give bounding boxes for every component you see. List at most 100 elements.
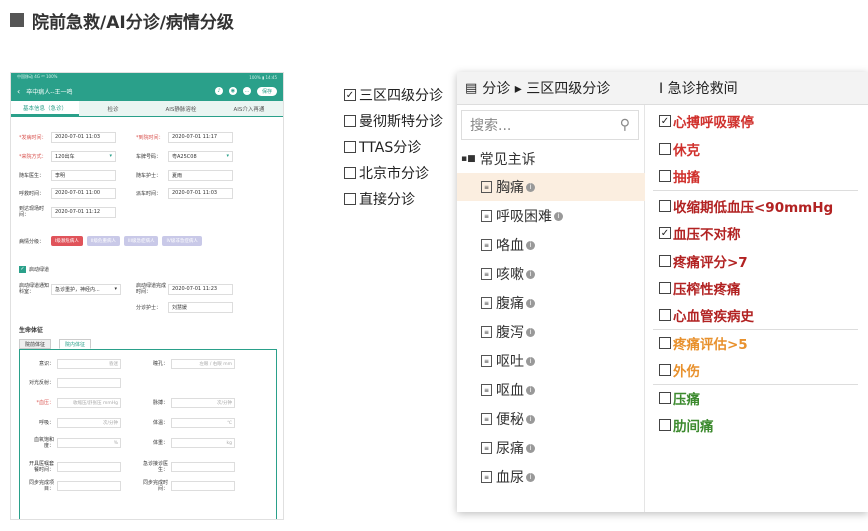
vital-input[interactable]: ℃ xyxy=(171,418,235,428)
triage-method-option[interactable]: ✓ 三区四级分诊 xyxy=(344,82,454,108)
complaint-item[interactable]: ≡ 胸痛 i xyxy=(457,173,645,201)
search-input[interactable]: 搜索... ⚲ xyxy=(461,110,639,140)
vital-input[interactable]: kg xyxy=(171,438,235,448)
checkbox[interactable] xyxy=(659,419,671,431)
info-icon[interactable]: i xyxy=(526,269,535,279)
info-icon[interactable]: i xyxy=(526,472,535,482)
vital-input[interactable] xyxy=(171,462,235,472)
info-icon[interactable]: i xyxy=(526,443,535,453)
triage-method-option[interactable]: 北京市分诊 xyxy=(344,160,454,186)
tab-exam[interactable]: 检诊 xyxy=(79,101,147,116)
field-input[interactable]: 2020-07-01 11:17 xyxy=(168,131,233,143)
vital-input[interactable] xyxy=(57,481,121,491)
grade-button-3[interactable]: III级急症病人 xyxy=(123,236,159,246)
checkbox[interactable] xyxy=(659,309,671,321)
complaint-item[interactable]: ≡ 咯血 i xyxy=(457,231,645,259)
criteria-option[interactable]: ✓ 血压不对称 xyxy=(659,220,741,246)
checkbox[interactable] xyxy=(659,364,671,376)
checkbox[interactable] xyxy=(344,193,356,205)
criteria-option[interactable]: 肋间痛 xyxy=(659,412,714,438)
save-button[interactable]: 保存 xyxy=(256,86,277,96)
group-common-complaints[interactable]: ▪■ 常见主诉 xyxy=(457,145,645,173)
checkbox[interactable]: ✓ xyxy=(344,89,356,101)
grade-button-4[interactable]: IV级非急症病人 xyxy=(162,236,202,246)
info-icon[interactable]: i xyxy=(526,385,535,395)
criteria-option[interactable]: 疼痛评分>7 xyxy=(659,248,748,274)
grade-button-2[interactable]: II级危重病人 xyxy=(86,236,120,246)
vital-input[interactable]: 收缩压/舒张压 mmHg xyxy=(57,398,121,408)
criteria-option[interactable]: 外伤 xyxy=(659,357,700,383)
field-input[interactable]: 粤A25C08 ▾ xyxy=(168,150,233,162)
field-input[interactable]: 120出车 ▾ xyxy=(51,150,116,162)
green-channel-checkbox[interactable]: ✓ xyxy=(19,265,26,273)
tab-ais-intervention[interactable]: AIS介入再通 xyxy=(215,101,283,116)
complaint-item[interactable]: ≡ 呕血 i xyxy=(457,376,645,404)
field-input[interactable]: 2020-07-01 11:12 xyxy=(51,206,116,218)
tab-prehospital-vitals[interactable]: 院前体征 xyxy=(19,339,52,349)
vital-input[interactable] xyxy=(57,378,121,388)
checkbox[interactable] xyxy=(659,143,671,155)
criteria-option[interactable]: 抽搐 xyxy=(659,163,700,189)
checkbox[interactable] xyxy=(344,167,356,179)
vital-input[interactable]: % xyxy=(57,438,121,448)
tab-inhospital-vitals[interactable]: 院内体征 xyxy=(59,339,92,349)
field-input[interactable]: 2020-07-01 11:00 xyxy=(51,187,116,199)
info-icon[interactable]: i xyxy=(526,356,535,366)
info-icon[interactable]: i xyxy=(526,327,535,337)
info-icon[interactable]: i xyxy=(526,182,535,192)
info-icon[interactable]: i xyxy=(526,414,535,424)
breadcrumb-text[interactable]: 分诊 ▸ 三区四级分诊 xyxy=(482,78,610,98)
criteria-option[interactable]: 疼痛评估>5 xyxy=(659,330,748,356)
grade-button-1[interactable]: I级濒危病人 xyxy=(51,236,83,246)
info-icon[interactable]: i xyxy=(554,211,563,221)
tab-basic-info[interactable]: 基本信息（急诊） xyxy=(11,101,79,116)
criteria-option[interactable]: 压痛 xyxy=(659,385,700,411)
complaint-item[interactable]: ≡ 尿痛 i xyxy=(457,434,645,462)
complaint-item[interactable]: ≡ 腹痛 i xyxy=(457,289,645,317)
field-input[interactable]: 李明 xyxy=(51,169,116,181)
checkbox[interactable] xyxy=(659,392,671,404)
checkbox[interactable] xyxy=(659,337,671,349)
info-icon[interactable]: i xyxy=(526,240,535,250)
vital-input[interactable] xyxy=(57,462,121,472)
vital-input[interactable]: 次/分钟 xyxy=(171,398,235,408)
checkbox[interactable] xyxy=(659,170,671,182)
checkbox[interactable] xyxy=(344,115,356,127)
complaint-item[interactable]: ≡ 呼吸困难 i xyxy=(457,202,645,230)
microphone-icon[interactable]: ♪ xyxy=(214,87,223,95)
location-icon[interactable]: ◉ xyxy=(228,87,237,95)
complaint-item[interactable]: ≡ 腹泻 i xyxy=(457,318,645,346)
tab-ais-thrombolysis[interactable]: AIS静脉溶栓 xyxy=(147,101,215,116)
back-arrow-icon[interactable]: ‹ xyxy=(17,87,20,96)
complaint-item[interactable]: ≡ 呕吐 i xyxy=(457,347,645,375)
triage-method-option[interactable]: TTAS分诊 xyxy=(344,134,454,160)
field-input[interactable]: 2020-07-01 11:03 xyxy=(168,187,233,199)
complaint-item[interactable]: ≡ 血尿 i xyxy=(457,463,645,491)
checkbox[interactable] xyxy=(659,282,671,294)
complaint-item[interactable]: ≡ 便秘 i xyxy=(457,405,645,433)
checkbox[interactable] xyxy=(659,200,671,212)
info-icon[interactable]: i xyxy=(526,298,535,308)
complaint-item[interactable]: ≡ 咳嗽 i xyxy=(457,260,645,288)
criteria-option[interactable]: ✓ 心搏呼吸骤停 xyxy=(659,108,754,134)
checkbox[interactable]: ✓ xyxy=(659,227,671,239)
checkbox[interactable]: ✓ xyxy=(659,115,671,127)
criteria-option[interactable]: 压榨性疼痛 xyxy=(659,275,741,301)
checkbox[interactable] xyxy=(344,141,356,153)
field-input[interactable]: 夏雨 xyxy=(168,169,233,181)
notify-select[interactable]: 急诊重护，神经内... ▾ xyxy=(51,283,121,295)
criteria-option[interactable]: 收缩期低血压<90mmHg xyxy=(659,193,833,219)
nurse-field[interactable]: 刘慧媛 xyxy=(168,301,233,313)
chat-icon[interactable]: … xyxy=(242,87,251,95)
done-time-field[interactable]: 2020-07-01 11:23 xyxy=(168,283,233,295)
vital-input[interactable] xyxy=(171,481,235,491)
criteria-option[interactable]: 休克 xyxy=(659,136,700,162)
vital-input[interactable]: 左眼 / 右眼 mm xyxy=(171,359,235,369)
triage-method-option[interactable]: 直接分诊 xyxy=(344,186,454,212)
vital-input[interactable]: 次/分钟 xyxy=(57,418,121,428)
criteria-option[interactable]: 心血管疾病史 xyxy=(659,302,754,328)
triage-method-option[interactable]: 曼彻斯特分诊 xyxy=(344,108,454,134)
field-input[interactable]: 2020-07-01 11:03 xyxy=(51,131,116,143)
checkbox[interactable] xyxy=(659,255,671,267)
vital-input[interactable]: 昏迷 xyxy=(57,359,121,369)
